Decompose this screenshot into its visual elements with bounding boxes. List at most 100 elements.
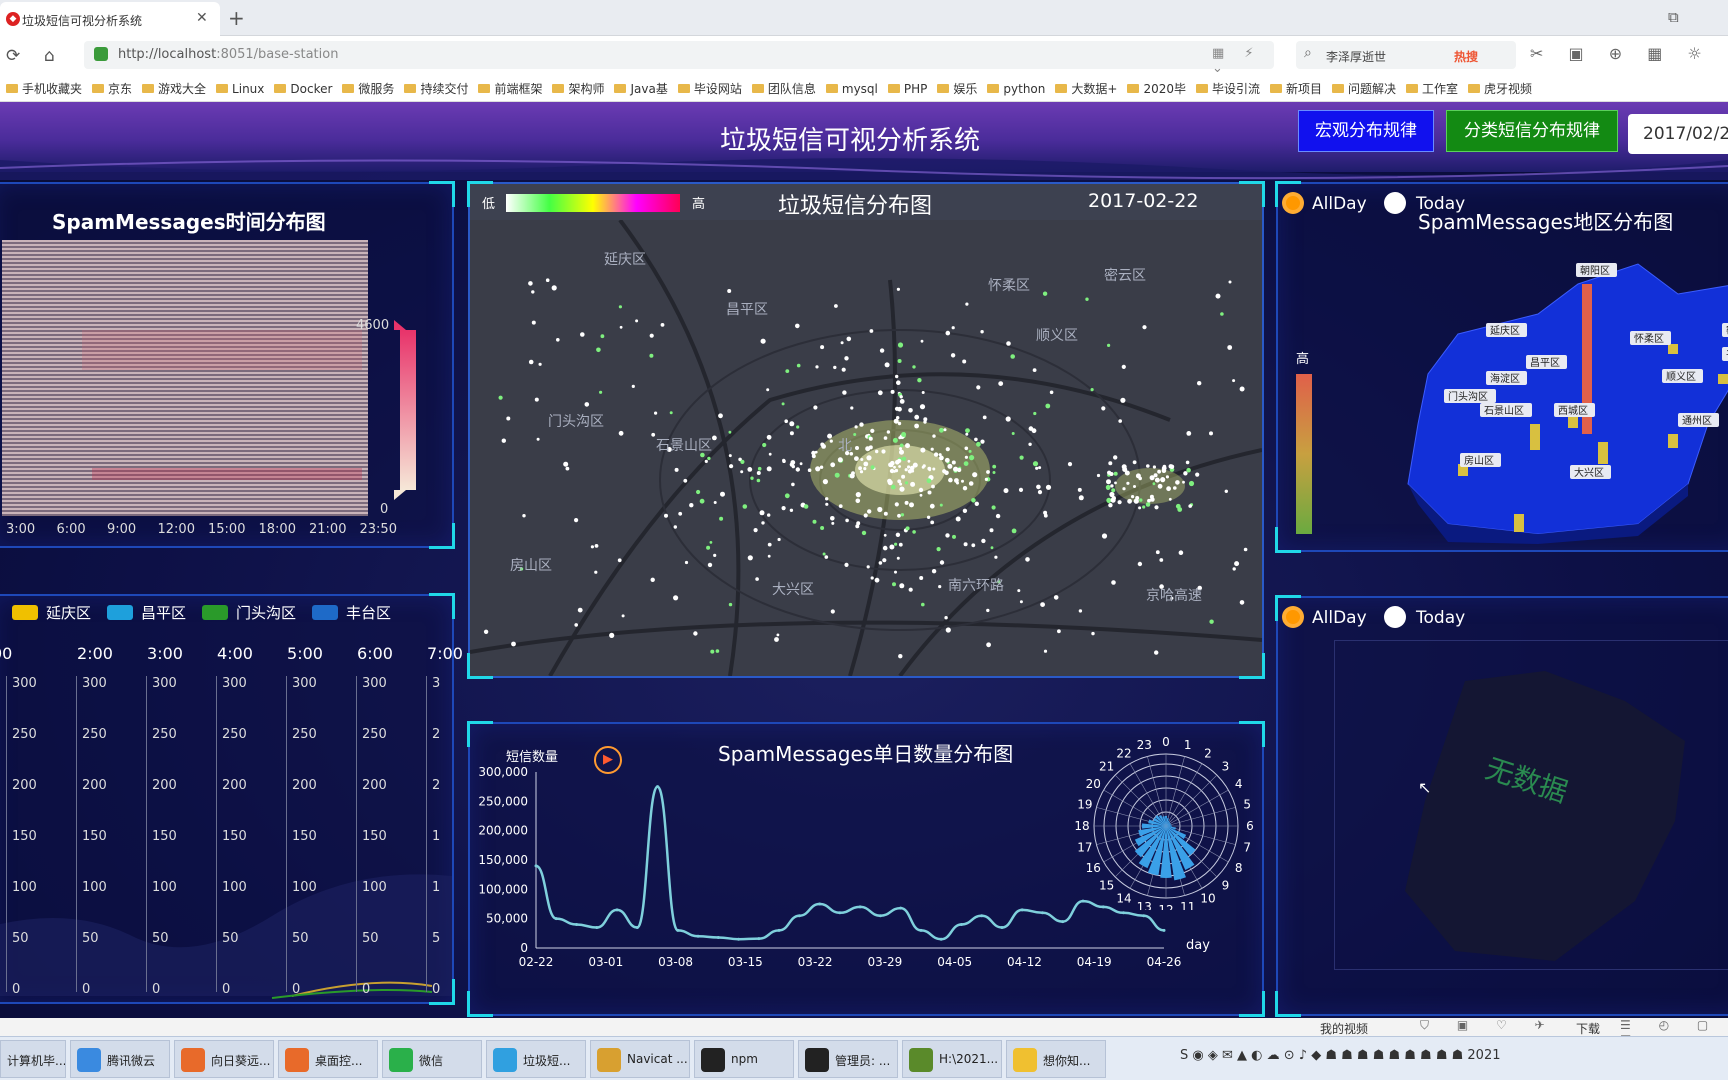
bookmark-item[interactable]: 微服务 (342, 80, 394, 97)
hour-label: 3:00 (147, 644, 183, 663)
today-radio[interactable] (1384, 192, 1406, 214)
bookmark-label: mysql (841, 82, 878, 96)
hour-label: 6:00 (357, 644, 393, 663)
class-allday-radio[interactable] (1282, 606, 1304, 628)
bookmark-item[interactable]: 前端框架 (478, 80, 542, 97)
bookmark-item[interactable]: 团队信息 (751, 80, 816, 97)
taskbar-app-button[interactable]: H:\2021... (902, 1040, 1002, 1078)
spam-point (574, 623, 578, 627)
url-field[interactable]: http://localhost:8051/base-station ▦ ⚡ ⌄ (84, 41, 1274, 76)
daily-x-tick: 04-05 (937, 955, 972, 969)
bookmark-item[interactable]: 毕设网站 (677, 80, 742, 97)
taskbar-app-button[interactable]: 垃圾短... (486, 1040, 586, 1078)
close-tab-icon[interactable]: ✕ (196, 10, 208, 26)
taskbar-app-button[interactable]: 管理员: ... (798, 1040, 898, 1078)
spam-scatter-map[interactable]: 延庆区昌平区 怀柔区 密云区顺义区门头沟区石景山区 北房山区大兴区 南六环路京哈高速 (470, 220, 1262, 676)
legend-item[interactable]: 昌平区 (107, 602, 186, 623)
spam-point (883, 533, 887, 537)
daily-point (696, 934, 700, 938)
spam-point (718, 413, 723, 419)
taskbar-app-button[interactable]: Navicat ... (590, 1040, 690, 1078)
tab-active[interactable]: ◆ 垃圾短信可视分析系统 ✕ (0, 2, 220, 36)
bookmark-item[interactable]: 游戏大全 (142, 80, 206, 97)
taskbar-app-button[interactable]: 想你知... (1006, 1040, 1106, 1078)
y-tick: 150 (82, 829, 107, 844)
url-actions-icon[interactable]: ▦ ⚡ ⌄ (1212, 46, 1274, 76)
spam-point (837, 457, 843, 463)
spam-point (910, 481, 916, 487)
taskbar-app-button[interactable]: 微信 (382, 1040, 482, 1078)
time-x-tick: 18:00 (258, 522, 296, 537)
search-input[interactable]: ⌕ 李泽厚逝世 热搜 (1296, 41, 1516, 69)
spam-point (976, 441, 981, 447)
system-tray-icons[interactable]: S ◉ ◈ ✉ ▲ ◐ ☁ ⊙ ♪ ◆ ☗ ☗ ☗ ☗ ☗ ☗ ☗ ☗ ☗ 20… (1180, 1048, 1728, 1063)
my-video-link[interactable]: 我的视频 (1320, 1020, 1368, 1037)
spam-point (943, 428, 947, 432)
spam-point (950, 353, 956, 358)
bookmark-item[interactable]: 持续交付 (404, 80, 468, 97)
taskbar-app-button[interactable]: 桌面控... (278, 1040, 378, 1078)
spam-point (1120, 397, 1126, 403)
window-controls[interactable]: ⧉ (1668, 8, 1679, 26)
y-tick: 0 (222, 982, 231, 997)
spam-point (756, 471, 761, 475)
bookmark-item[interactable]: 问题解决 (1332, 80, 1396, 97)
spam-point (919, 404, 926, 410)
spam-point (594, 544, 599, 548)
status-icons[interactable]: ⛉ ▣ ♡ ✈ (1420, 1018, 1557, 1033)
spam-point (986, 608, 990, 613)
spam-point (789, 421, 795, 427)
polar-hour-label: 16 (1086, 861, 1101, 875)
bookmark-item[interactable]: Docker (274, 82, 332, 96)
bookmark-item[interactable]: python (987, 82, 1045, 96)
bookmark-item[interactable]: 架构师 (552, 80, 604, 97)
taskbar-app-button[interactable]: 腾讯微云 (70, 1040, 170, 1078)
allday-radio[interactable] (1282, 192, 1304, 214)
bookmark-item[interactable]: PHP (887, 82, 927, 96)
toolbar-icons[interactable]: ✂ ▣ ⊕ ▦ ☼ (1530, 44, 1712, 63)
bookmark-item[interactable]: 娱乐 (937, 80, 977, 97)
bookmark-item[interactable]: 新项目 (1270, 80, 1322, 97)
new-tab-icon[interactable]: + (228, 6, 245, 30)
spam-point (841, 367, 846, 372)
class-today-radio[interactable] (1384, 606, 1406, 628)
home-icon[interactable]: ⌂ (44, 46, 55, 66)
class-distribution-button[interactable]: 分类短信分布规律 (1446, 110, 1618, 152)
spam-point (574, 518, 579, 523)
bookmark-item[interactable]: 毕设引流 (1195, 80, 1260, 97)
legend-swatch (12, 605, 38, 620)
spam-point (1108, 461, 1113, 466)
date-picker-input[interactable]: 2017/02/22 (1628, 114, 1728, 154)
spam-point (621, 614, 625, 618)
spam-point (1106, 479, 1111, 485)
bookmark-item[interactable]: 大数据+ (1055, 80, 1117, 97)
bookmark-item[interactable]: 京东 (92, 80, 132, 97)
region-3d-map[interactable]: 朝阳区延庆区怀柔区 密云区昌平区海淀区 平谷区顺义区门头沟区石景山区 西城区通州区房山… (1338, 224, 1728, 544)
spam-point (766, 388, 770, 392)
bookmark-item[interactable]: 手机收藏夹 (6, 80, 82, 97)
spam-point (565, 466, 570, 471)
bookmark-item[interactable]: mysql (825, 82, 878, 96)
download-link[interactable]: 下载 (1576, 1020, 1600, 1037)
legend-item[interactable]: 丰台区 (312, 602, 391, 623)
bookmark-item[interactable]: Linux (216, 82, 264, 96)
bookmark-item[interactable]: Java基 (614, 80, 668, 97)
bookmark-item[interactable]: 2020毕 (1127, 80, 1186, 97)
taskbar-app-button[interactable]: 计算机毕... (0, 1040, 66, 1078)
spam-point (761, 521, 765, 525)
bookmark-item[interactable]: 虎牙视频 (1468, 80, 1532, 97)
legend-item[interactable]: 门头沟区 (202, 602, 296, 623)
folder-icon (216, 84, 229, 93)
spam-point (898, 542, 903, 547)
spam-point (1146, 464, 1150, 468)
refresh-icon[interactable]: ⟳ (6, 46, 20, 66)
spam-point (759, 510, 765, 516)
spam-point (584, 402, 590, 407)
spam-point (904, 500, 909, 505)
legend-item[interactable]: 延庆区 (12, 602, 91, 623)
macro-distribution-button[interactable]: 宏观分布规律 (1298, 110, 1434, 152)
spam-point (1117, 500, 1122, 505)
taskbar-app-button[interactable]: 向日葵远... (174, 1040, 274, 1078)
taskbar-app-button[interactable]: npm (694, 1040, 794, 1078)
bookmark-item[interactable]: 工作室 (1406, 80, 1458, 97)
